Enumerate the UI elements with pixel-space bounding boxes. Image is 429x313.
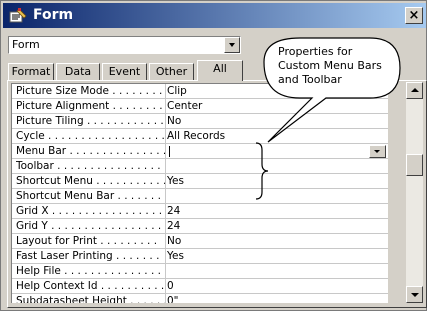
callout-text: Properties for Custom Menu Bars and Tool… [278,45,403,87]
curly-brace-icon [255,142,269,200]
tab-all[interactable]: All [197,60,243,81]
tab-label: All [213,62,227,75]
callout-line: and Toolbar [278,73,342,86]
callout-line: Properties for [278,45,353,58]
callout-line: Custom Menu Bars [278,59,382,72]
